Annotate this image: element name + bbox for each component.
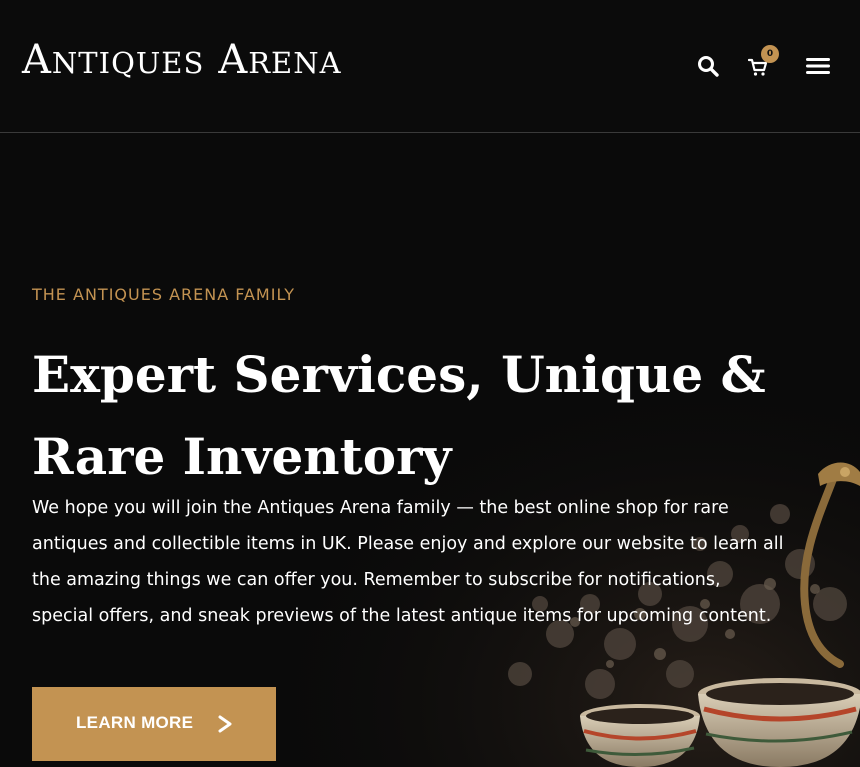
hero-description-line: special offers, and sneak previews of th… <box>32 606 772 626</box>
learn-more-label: LEARN MORE <box>76 713 194 732</box>
hero-headline-line: Expert Services, Unique & <box>32 345 766 404</box>
hero-description: We hope you will join the Antiques Arena… <box>32 490 832 634</box>
learn-more-button[interactable]: LEARN MORE <box>32 687 276 761</box>
hero-headline-line: Rare Inventory <box>32 427 452 486</box>
site-logo[interactable]: Antiques Arena <box>22 40 342 80</box>
logo-word-1-rest: ntiques <box>51 46 205 80</box>
chevron-right-icon <box>218 715 232 733</box>
hero-headline: Expert Services, Unique & Rare Inventory <box>32 334 766 498</box>
hamburger-menu-icon[interactable] <box>806 57 830 75</box>
logo-word-2-rest: rena <box>248 46 342 80</box>
logo-initial-1: A <box>22 37 52 83</box>
cart-count-badge[interactable]: 0 <box>761 45 779 63</box>
hero-section: THE ANTIQUES ARENA FAMILY Expert Service… <box>0 134 860 767</box>
site-header: Antiques Arena 0 <box>0 0 860 133</box>
hero-description-line: antiques and collectible items in UK. Pl… <box>32 534 784 554</box>
hero-eyebrow: THE ANTIQUES ARENA FAMILY <box>32 285 295 304</box>
hero-description-line: the amazing things we can offer you. Rem… <box>32 570 721 590</box>
hero-description-line: We hope you will join the Antiques Arena… <box>32 498 729 518</box>
logo-initial-2: A <box>218 37 249 83</box>
search-icon[interactable] <box>697 55 719 77</box>
